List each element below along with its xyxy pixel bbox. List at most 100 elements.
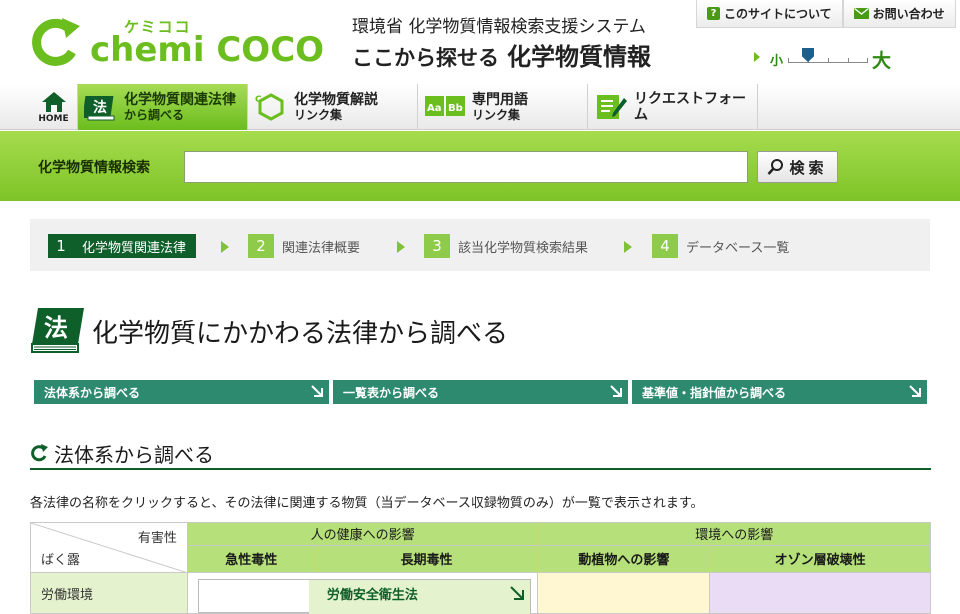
step-2-label: 関連法律概要 — [282, 240, 361, 256]
step-1-label: 化学物質関連法律 — [82, 240, 187, 256]
anchor-by-standard-label: 基準値・指針値から調べる — [642, 385, 787, 400]
nav-home[interactable]: HOME — [30, 84, 78, 130]
global-nav: HOME 法 化学物質関連法律 から調べる C 化学物質解説 リンク集 Aa B… — [0, 84, 960, 130]
contact-link[interactable]: お問い合わせ — [842, 0, 956, 28]
page-title-text: 化学物質にかかわる法律から調べる — [92, 318, 509, 349]
svg-text:Aa: Aa — [427, 103, 442, 114]
anchor-by-list[interactable]: 一覧表から調べる — [333, 380, 628, 404]
abc-book-icon: Aa Bb — [424, 92, 466, 122]
step-1-number: 1 — [48, 234, 74, 258]
svg-text:Bb: Bb — [448, 103, 463, 114]
step-2: 2 関連法律概要 — [248, 234, 368, 258]
step-3-number: 3 — [424, 234, 450, 258]
search-button[interactable]: 検索 — [757, 151, 838, 183]
header-ozone: オゾン層破壊性 — [709, 544, 931, 574]
law-link-label: 労働安全衛生法 — [326, 588, 418, 603]
logo-wordmark: chemi COCO — [90, 30, 325, 70]
header-ecotox: 動植物への影響 — [537, 544, 711, 574]
nav-item-law-line1: 化学物質関連法律 — [124, 92, 236, 108]
law-link-bar: 労働安全衛生法 — [308, 580, 531, 614]
refresh-arrow-icon — [31, 444, 48, 462]
arrow-down-right-icon — [909, 385, 921, 397]
step-arrow-icon — [221, 241, 229, 253]
system-title: 環境省 化学物質情報検索支援システム — [352, 17, 646, 37]
law-cell: 労働安全衛生法 — [186, 572, 539, 614]
slider-tick — [867, 58, 868, 63]
nav-item-chemical-line1: 化学物質解説 — [294, 92, 378, 108]
arrow-right-icon — [754, 52, 760, 62]
arrow-down-right-icon — [610, 385, 622, 397]
nav-home-label: HOME — [38, 113, 69, 124]
home-icon — [41, 91, 66, 112]
corner-top-label: 有害性 — [137, 531, 177, 546]
step-arrow-icon — [624, 241, 632, 253]
font-size-slider[interactable]: 小 大 — [752, 46, 902, 72]
section-heading-text: 法体系から調べる — [54, 442, 214, 467]
site-logo[interactable]: ケミココ chemi COCO — [30, 14, 340, 72]
contact-link-label: お問い合わせ — [872, 7, 945, 21]
step-3-label: 該当化学物質検索結果 — [458, 240, 589, 256]
law-book-icon: 法 — [84, 92, 118, 122]
svg-text:法: 法 — [93, 99, 107, 116]
anchor-by-list-label: 一覧表から調べる — [343, 385, 440, 400]
section-heading: 法体系から調べる — [30, 438, 931, 470]
law-link-isha[interactable]: 労働安全衛生法 — [197, 579, 532, 614]
magnifier-icon — [768, 159, 784, 175]
step-3: 3 該当化学物質検索結果 — [424, 234, 596, 258]
svg-text:法: 法 — [44, 314, 68, 342]
hexagon-icon: C — [254, 92, 288, 122]
about-link-label: このサイトについて — [724, 7, 832, 21]
arrow-down-right-icon — [311, 385, 323, 397]
law-matrix-table: 有害性 ばく露 人の健康への影響 環境への影響 急性毒性 長期毒性 動植物への影… — [30, 522, 931, 614]
nav-item-law-line2: から調べる — [124, 108, 185, 122]
table-row: 労働環境 労働安全衛生法 — [30, 572, 931, 614]
nav-item-terms-line2: リンク集 — [472, 108, 521, 122]
nav-item-request[interactable]: リクエストフォーム — [588, 84, 758, 130]
logo-c-arrow-icon — [32, 18, 80, 66]
form-pencil-icon — [594, 92, 628, 122]
step-4-number: 4 — [652, 234, 678, 258]
search-label: 化学物質情報検索 — [38, 160, 150, 176]
nav-item-terms[interactable]: Aa Bb 専門用語 リンク集 — [418, 84, 588, 130]
ozone-cell — [709, 572, 931, 614]
arrow-down-right-icon — [510, 586, 525, 600]
svg-text:C: C — [255, 95, 262, 105]
nav-item-terms-line1: 専門用語 — [472, 92, 528, 108]
header-health-group: 人の健康への影響 — [186, 522, 539, 546]
section-description: 各法律の名称をクリックすると、その法律に関連する物質（当データベース収録物質のみ… — [30, 496, 704, 511]
anchor-by-system[interactable]: 法体系から調べる — [34, 380, 329, 404]
step-2-number: 2 — [248, 234, 274, 258]
ecotox-cell — [537, 572, 711, 614]
slider-tick — [788, 58, 789, 63]
step-breadcrumb: 1 化学物質関連法律 2 関連法律概要 3 該当化学物質検索結果 4 データベー… — [30, 219, 930, 271]
slider-tick — [828, 58, 829, 63]
page-title: 法 化学物質にかかわる法律から調べる — [30, 306, 508, 356]
site-header: ケミココ chemi COCO 環境省 化学物質情報検索支援システム ここから探… — [0, 0, 960, 84]
slider-tick — [848, 58, 849, 63]
site-tagline: ここから探せる 化学物質情報 — [352, 37, 651, 72]
top-links: ? このサイトについて お問い合わせ — [696, 0, 956, 28]
row-label-workplace: 労働環境 — [30, 572, 188, 614]
anchor-by-system-label: 法体系から調べる — [44, 385, 141, 400]
font-size-small-label: 小 — [770, 54, 784, 69]
corner-bottom-label: ばく露 — [41, 553, 81, 568]
header-chronic-toxicity: 長期毒性 — [314, 544, 539, 574]
font-size-large-label: 大 — [872, 50, 892, 72]
question-icon: ? — [707, 7, 720, 20]
header-env-group: 環境への影響 — [537, 522, 931, 546]
nav-item-law[interactable]: 法 化学物質関連法律 から調べる — [78, 84, 248, 130]
slider-handle[interactable] — [802, 48, 814, 62]
step-4-label: データベース一覧 — [686, 240, 790, 256]
tagline-text: ここから探せる — [352, 46, 499, 70]
nav-item-request-line1: リクエストフォーム — [634, 91, 746, 123]
mail-icon — [853, 8, 869, 19]
step-1: 1 化学物質関連法律 — [48, 234, 196, 258]
step-4: 4 データベース一覧 — [652, 234, 797, 258]
table-corner: 有害性 ばく露 — [30, 522, 188, 573]
nav-item-chemical[interactable]: C 化学物質解説 リンク集 — [248, 84, 418, 130]
header-acute-toxicity: 急性毒性 — [186, 544, 316, 574]
step-arrow-icon — [397, 241, 405, 253]
anchor-by-standard[interactable]: 基準値・指針値から調べる — [632, 380, 927, 404]
about-link[interactable]: ? このサイトについて — [696, 0, 843, 28]
search-input[interactable] — [184, 151, 748, 183]
